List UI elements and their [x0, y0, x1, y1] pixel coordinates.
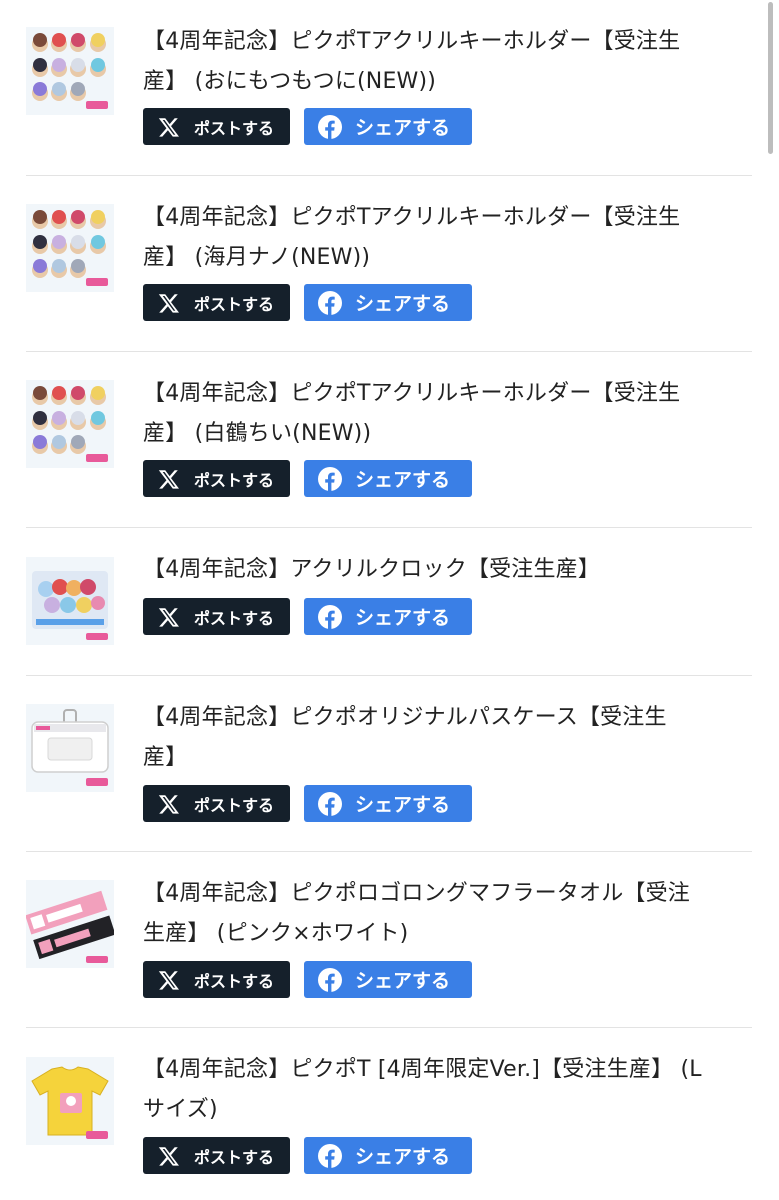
x-logo-icon — [158, 794, 179, 814]
product-thumbnail[interactable] — [26, 704, 114, 792]
facebook-icon — [318, 791, 342, 816]
facebook-icon — [318, 466, 342, 491]
facebook-icon — [318, 967, 342, 992]
product-thumbnail[interactable] — [26, 204, 114, 292]
facebook-icon — [318, 114, 342, 139]
list-item: 【4周年記念】ピクポロゴロングマフラータオル【受注 生産】 (ピンク×ホワイト)… — [26, 852, 752, 1028]
share-to-facebook-button[interactable]: シェアする — [304, 1137, 472, 1174]
title-line-2: 生産】 (ピンク×ホワイト) — [143, 921, 409, 946]
share-buttons: ポストする シェアする — [143, 598, 472, 635]
product-title[interactable]: 【4周年記念】ピクポオリジナルパスケース【受注生 産】 — [143, 698, 743, 778]
title-line-2: 産】 — [143, 745, 188, 770]
post-to-x-button[interactable]: ポストする — [143, 598, 290, 635]
share-to-facebook-button[interactable]: シェアする — [304, 598, 472, 635]
post-label: ポストする — [194, 1147, 275, 1167]
title-line-1: 【4周年記念】ピクポTアクリルキーホルダー【受注生 — [143, 381, 681, 406]
title-line-2: 産】 (海月ナノ(NEW)) — [143, 245, 371, 270]
share-label: シェアする — [355, 293, 451, 315]
x-logo-icon — [158, 469, 179, 489]
post-to-x-button[interactable]: ポストする — [143, 108, 290, 145]
vertical-scrollbar[interactable] — [768, 2, 773, 154]
product-title[interactable]: 【4周年記念】アクリルクロック【受注生産】 — [143, 550, 743, 590]
product-title[interactable]: 【4周年記念】ピクポTアクリルキーホルダー【受注生 産】 (白鶴ちい(NEW)) — [143, 374, 743, 454]
product-title[interactable]: 【4周年記念】ピクポTアクリルキーホルダー【受注生 産】 (おにもつもつに(NE… — [143, 22, 743, 102]
product-thumbnail[interactable] — [26, 1057, 114, 1145]
product-title[interactable]: 【4周年記念】ピクポT [4周年限定Ver.]【受注生産】 (L サイズ) — [143, 1050, 743, 1130]
share-buttons: ポストする シェアする — [143, 284, 472, 321]
title-line-1: 【4周年記念】ピクポロゴロングマフラータオル【受注 — [143, 881, 690, 906]
post-label: ポストする — [194, 608, 275, 628]
product-title[interactable]: 【4周年記念】ピクポロゴロングマフラータオル【受注 生産】 (ピンク×ホワイト) — [143, 874, 743, 954]
post-label: ポストする — [194, 470, 275, 490]
product-title[interactable]: 【4周年記念】ピクポTアクリルキーホルダー【受注生 産】 (海月ナノ(NEW)) — [143, 198, 743, 278]
share-label: シェアする — [355, 794, 451, 816]
post-to-x-button[interactable]: ポストする — [143, 284, 290, 321]
share-buttons: ポストする シェアする — [143, 460, 472, 497]
share-buttons: ポストする シェアする — [143, 1137, 472, 1174]
share-to-facebook-button[interactable]: シェアする — [304, 460, 472, 497]
list-item: 【4周年記念】ピクポTアクリルキーホルダー【受注生 産】 (白鶴ちい(NEW))… — [26, 352, 752, 528]
list-item: 【4周年記念】ピクポT [4周年限定Ver.]【受注生産】 (L サイズ) ポス… — [26, 1028, 752, 1200]
product-thumbnail[interactable] — [26, 880, 114, 968]
share-label: シェアする — [355, 117, 451, 139]
facebook-icon — [318, 290, 342, 315]
product-list: 【4周年記念】ピクポTアクリルキーホルダー【受注生 産】 (おにもつもつに(NE… — [26, 0, 752, 1200]
share-buttons: ポストする シェアする — [143, 961, 472, 998]
x-logo-icon — [158, 117, 179, 137]
post-label: ポストする — [194, 795, 275, 815]
share-label: シェアする — [355, 970, 451, 992]
product-thumbnail[interactable] — [26, 380, 114, 468]
share-to-facebook-button[interactable]: シェアする — [304, 284, 472, 321]
x-logo-icon — [158, 607, 179, 627]
share-label: シェアする — [355, 607, 451, 629]
share-to-facebook-button[interactable]: シェアする — [304, 961, 472, 998]
title-line-2: 産】 (おにもつもつに(NEW)) — [143, 69, 437, 94]
facebook-icon — [318, 1143, 342, 1168]
post-to-x-button[interactable]: ポストする — [143, 785, 290, 822]
product-thumbnail[interactable] — [26, 27, 114, 115]
list-item: 【4周年記念】ピクポオリジナルパスケース【受注生 産】 ポストする シェアする — [26, 676, 752, 852]
title-line-2: 産】 (白鶴ちい(NEW)) — [143, 421, 372, 446]
x-logo-icon — [158, 293, 179, 313]
title-line-1: 【4周年記念】ピクポT [4周年限定Ver.]【受注生産】 (L — [143, 1057, 702, 1082]
post-to-x-button[interactable]: ポストする — [143, 1137, 290, 1174]
title-line-2: サイズ) — [143, 1097, 218, 1122]
title-line-1: 【4周年記念】ピクポTアクリルキーホルダー【受注生 — [143, 29, 681, 54]
post-to-x-button[interactable]: ポストする — [143, 961, 290, 998]
title-line-1: 【4周年記念】ピクポTアクリルキーホルダー【受注生 — [143, 205, 681, 230]
facebook-icon — [318, 604, 342, 629]
share-to-facebook-button[interactable]: シェアする — [304, 108, 472, 145]
post-to-x-button[interactable]: ポストする — [143, 460, 290, 497]
share-buttons: ポストする シェアする — [143, 785, 472, 822]
list-item: 【4周年記念】アクリルクロック【受注生産】 ポストする シェアする — [26, 528, 752, 676]
x-logo-icon — [158, 970, 179, 990]
product-thumbnail[interactable] — [26, 557, 114, 645]
list-item: 【4周年記念】ピクポTアクリルキーホルダー【受注生 産】 (おにもつもつに(NE… — [26, 0, 752, 176]
share-to-facebook-button[interactable]: シェアする — [304, 785, 472, 822]
post-label: ポストする — [194, 294, 275, 314]
post-label: ポストする — [194, 971, 275, 991]
title-line-1: 【4周年記念】ピクポオリジナルパスケース【受注生 — [143, 705, 667, 730]
x-logo-icon — [158, 1146, 179, 1166]
share-label: シェアする — [355, 469, 451, 491]
share-label: シェアする — [355, 1146, 451, 1168]
list-item: 【4周年記念】ピクポTアクリルキーホルダー【受注生 産】 (海月ナノ(NEW))… — [26, 176, 752, 352]
title-line-1: 【4周年記念】アクリルクロック【受注生産】 — [143, 557, 601, 582]
post-label: ポストする — [194, 118, 275, 138]
share-buttons: ポストする シェアする — [143, 108, 472, 145]
